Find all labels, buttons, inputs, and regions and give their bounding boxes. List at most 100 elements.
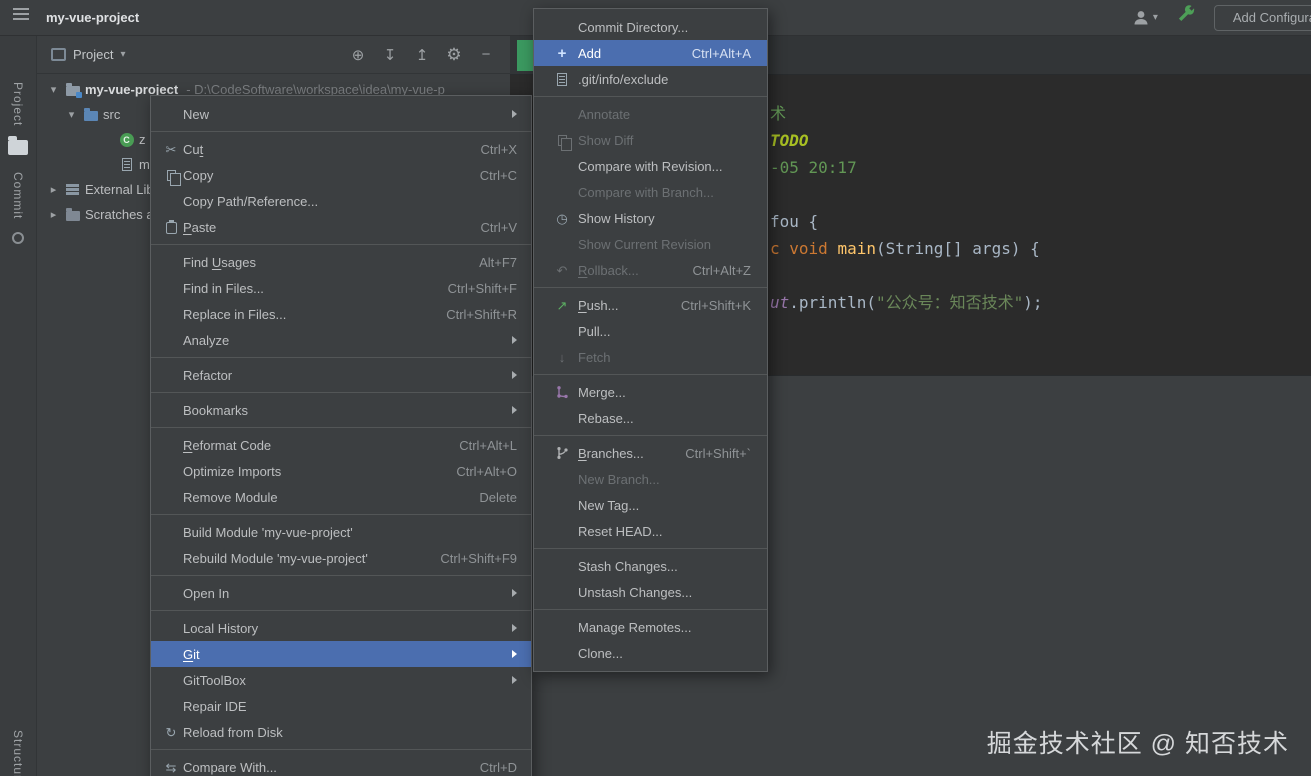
menu-item-reset-head[interactable]: Reset HEAD... [534,518,767,544]
diff-icon [546,135,578,146]
menu-item-label: New Tag... [578,498,639,513]
menu-item-add[interactable]: +AddCtrl+Alt+A [534,40,767,66]
menu-item-label: Optimize Imports [183,464,281,479]
menu-item-build-module-my-vue-project[interactable]: Build Module 'my-vue-project' [151,519,531,545]
commit-tool-icon[interactable] [12,232,24,244]
menu-separator [151,131,531,132]
menu-item-label: Stash Changes... [578,559,678,574]
menu-item-label: Git [183,647,200,662]
menu-item-annotate: Annotate [534,101,767,127]
menu-item-compare-with-revision[interactable]: Compare with Revision... [534,153,767,179]
wrench-icon-glyph [1175,5,1197,27]
menu-item-rebuild-module-my-vue-project[interactable]: Rebuild Module 'my-vue-project'Ctrl+Shif… [151,545,531,571]
submenu-arrow-icon [484,624,517,632]
menu-item-reload-from-disk[interactable]: ↻Reload from Disk [151,719,531,745]
chevron-right-icon[interactable]: ▸ [45,183,62,196]
menu-item-git-info-exclude[interactable]: .git/info/exclude [534,66,767,92]
settings-gear-icon[interactable]: ⚙ [438,45,470,65]
menu-item-replace-in-files[interactable]: Replace in Files...Ctrl+Shift+R [151,301,531,327]
tool-stripe-structure-button[interactable]: Structure [11,730,25,776]
collapse-all-icon[interactable]: ↧ [374,46,406,64]
hide-panel-icon[interactable]: − [470,46,502,63]
submenu-arrow-icon [484,676,517,684]
expand-all-icon[interactable]: ↥ [406,46,438,64]
menu-item-show-history[interactable]: ◷Show History [534,205,767,231]
menu-item-local-history[interactable]: Local History [151,615,531,641]
menu-item-shortcut: Ctrl+D [452,760,517,775]
code-token: ); [1023,293,1042,312]
title-bar-actions: ▾ Add Configura [1131,5,1311,31]
menu-item-shortcut: Ctrl+Alt+O [428,464,517,479]
menu-item-copy-path-reference[interactable]: Copy Path/Reference... [151,188,531,214]
menu-item-label: Repair IDE [183,699,247,714]
menu-item-paste[interactable]: PasteCtrl+V [151,214,531,240]
code-token: c void [770,239,837,258]
menu-item-shortcut: Ctrl+Shift+K [653,298,751,313]
chevron-down-icon[interactable]: ▾ [63,108,80,121]
menu-item-bookmarks[interactable]: Bookmarks [151,397,531,423]
menu-item-find-in-files[interactable]: Find in Files...Ctrl+Shift+F [151,275,531,301]
menu-item-analyze[interactable]: Analyze [151,327,531,353]
code-token: TODO [770,131,809,150]
user-account-button[interactable]: ▾ [1131,8,1158,28]
copy-icon [159,170,183,181]
menu-item-copy[interactable]: CopyCtrl+C [151,162,531,188]
history-icon: ◷ [546,212,578,225]
menu-item-label: Analyze [183,333,229,348]
menu-item-shortcut: Ctrl+Alt+L [431,438,517,453]
menu-item-git[interactable]: Git [151,641,531,667]
chevron-right-icon[interactable]: ▸ [45,208,62,221]
menu-item-pull[interactable]: Pull... [534,318,767,344]
scissors-icon: ✂ [159,143,183,156]
submenu-arrow-icon [484,589,517,597]
tree-item-label: src [103,107,120,122]
menu-item-push[interactable]: ↗Push...Ctrl+Shift+K [534,292,767,318]
menu-item-cut[interactable]: ✂CutCtrl+X [151,136,531,162]
project-view-selector[interactable]: Project [73,47,113,62]
menu-item-find-usages[interactable]: Find UsagesAlt+F7 [151,249,531,275]
menu-item-unstash-changes[interactable]: Unstash Changes... [534,579,767,605]
menu-item-label: Find Usages [183,255,256,270]
menu-item-label: Show Diff [578,133,633,148]
watermark-text: 掘金技术社区 @ 知否技术 [987,724,1289,760]
project-folder-icon[interactable] [8,140,28,155]
menu-item-label: New [183,107,209,122]
menu-item-merge[interactable]: Merge... [534,379,767,405]
menu-item-new[interactable]: New [151,101,531,127]
code-line: TODO [770,127,1043,154]
menu-item-label: Fetch [578,350,611,365]
submenu-arrow-icon [484,371,517,379]
menu-item-new-tag[interactable]: New Tag... [534,492,767,518]
add-configuration-button[interactable]: Add Configura [1214,5,1311,31]
chevron-down-icon[interactable]: ▾ [120,49,125,60]
menu-item-reformat-code[interactable]: Reformat CodeCtrl+Alt+L [151,432,531,458]
wrench-icon[interactable] [1175,5,1197,30]
menu-item-manage-remotes[interactable]: Manage Remotes... [534,614,767,640]
menu-item-branches[interactable]: Branches...Ctrl+Shift+` [534,440,767,466]
code-line: -05 20:17 [770,154,1043,181]
menu-item-label: Replace in Files... [183,307,286,322]
menu-item-open-in[interactable]: Open In [151,580,531,606]
menu-item-optimize-imports[interactable]: Optimize Imports Ctrl+Alt+O [151,458,531,484]
submenu-arrow-glyph [512,589,517,597]
menu-item-rebase[interactable]: Rebase... [534,405,767,431]
menu-item-clone[interactable]: Clone... [534,640,767,666]
submenu-arrow-glyph [512,110,517,118]
menu-item-commit-directory[interactable]: Commit Directory... [534,14,767,40]
menu-item-refactor[interactable]: Refactor [151,362,531,388]
tool-stripe-commit-button[interactable]: Commit [11,172,25,219]
locate-file-icon[interactable]: ⊕ [342,46,374,64]
menu-item-stash-changes[interactable]: Stash Changes... [534,553,767,579]
menu-item-label: Copy Path/Reference... [183,194,318,209]
menu-item-label: Compare with Branch... [578,185,714,200]
menu-item-gittoolbox[interactable]: GitToolBox [151,667,531,693]
menu-item-new-branch: New Branch... [534,466,767,492]
tool-stripe-project-button[interactable]: Project [11,82,25,126]
chevron-down-icon[interactable]: ▾ [45,83,62,96]
menu-item-label: Bookmarks [183,403,248,418]
menu-item-repair-ide[interactable]: Repair IDE [151,693,531,719]
menu-item-label: Rebase... [578,411,634,426]
submenu-arrow-icon [484,336,517,344]
menu-item-compare-with[interactable]: ⇆Compare With...Ctrl+D [151,754,531,776]
menu-item-remove-module[interactable]: Remove ModuleDelete [151,484,531,510]
